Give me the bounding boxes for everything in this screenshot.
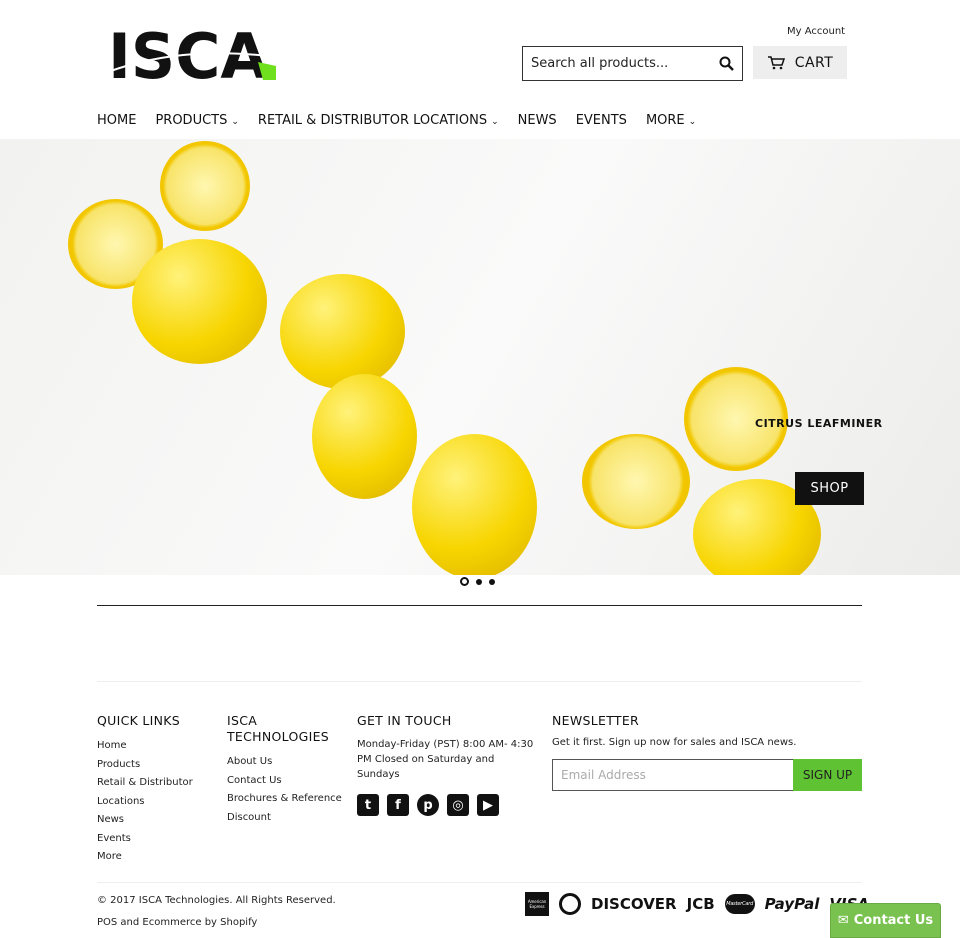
instagram-icon[interactable]: ◎: [447, 794, 469, 816]
nav-label: NEWS: [517, 113, 557, 128]
nav-products[interactable]: PRODUCTS ⌄: [155, 113, 238, 128]
envelope-icon: ✉: [837, 913, 849, 928]
nav-label: RETAIL & DISTRIBUTOR LOCATIONS: [257, 113, 488, 128]
amex-icon: American Express: [525, 892, 549, 916]
footer-link-products[interactable]: Products: [97, 756, 217, 775]
company-links: ISCA TECHNOLOGIES About Us Contact Us Br…: [227, 713, 347, 827]
search-icon[interactable]: [719, 56, 734, 71]
hero-slideshow[interactable]: CITRUS LEAFMINER SHOP: [0, 139, 960, 575]
pinterest-icon[interactable]: p: [417, 794, 439, 816]
business-hours: Monday-Friday (PST) 8:00 AM- 4:30 PM Clo…: [357, 739, 534, 780]
footer-link-about[interactable]: About Us: [227, 753, 347, 772]
twitter-icon[interactable]: t: [357, 794, 379, 816]
quick-links: QUICK LINKS Home Products Retail & Distr…: [97, 713, 217, 867]
discover-icon: DISCOVER: [591, 895, 677, 913]
payment-icons: American Express DISCOVER JCB MasterCard…: [525, 892, 869, 916]
divider: [97, 882, 862, 883]
cart-label: CART: [794, 54, 834, 71]
footer-link-events[interactable]: Events: [97, 830, 217, 849]
slide-dot-3[interactable]: [489, 578, 495, 585]
get-in-touch: GET IN TOUCH Monday-Friday (PST) 8:00 AM…: [357, 713, 539, 816]
chevron-down-icon: ⌄: [688, 117, 697, 127]
email-input[interactable]: Email Address: [552, 759, 794, 791]
company-title: ISCA TECHNOLOGIES: [227, 713, 330, 744]
footer-link-retail[interactable]: Retail & Distributor Locations: [97, 774, 197, 811]
nav-label: HOME: [97, 113, 137, 128]
newsletter-text: Get it first. Sign up now for sales and …: [552, 737, 797, 748]
diners-icon: [559, 893, 581, 915]
footer-link-brochures[interactable]: Brochures & Reference: [227, 790, 347, 809]
cart-icon: [767, 55, 785, 69]
divider: [97, 605, 862, 606]
footer-link-news[interactable]: News: [97, 811, 217, 830]
chevron-down-icon: ⌄: [231, 117, 239, 127]
lemon-image: [280, 274, 405, 389]
nav-retail-locations[interactable]: RETAIL & DISTRIBUTOR LOCATIONS ⌄: [258, 113, 499, 128]
copyright: © 2017 ISCA Technologies. All Rights Res…: [97, 895, 336, 906]
shop-button[interactable]: SHOP: [795, 472, 864, 505]
contact-us-widget[interactable]: ✉ Contact Us: [830, 903, 941, 938]
main-nav: HOME PRODUCTS ⌄ RETAIL & DISTRIBUTOR LOCA…: [97, 113, 696, 128]
slide-dots: [460, 577, 495, 586]
nav-label: EVENTS: [575, 113, 627, 128]
jcb-icon: JCB: [686, 895, 715, 913]
lemon-image: [160, 141, 250, 231]
nav-more[interactable]: MORE ⌄: [646, 113, 696, 128]
isca-logo[interactable]: ISCA: [108, 26, 276, 80]
cart-button[interactable]: CART: [753, 46, 847, 79]
newsletter-title: NEWSLETTER: [552, 713, 640, 728]
quick-links-title: QUICK LINKS: [97, 713, 181, 728]
footer-link-discount[interactable]: Discount: [227, 809, 347, 828]
footer-link-home[interactable]: Home: [97, 737, 217, 756]
search-placeholder: Search all products...: [531, 56, 669, 71]
powered-by-link[interactable]: POS and Ecommerce by Shopify: [97, 917, 257, 928]
search-input[interactable]: Search all products...: [522, 46, 743, 81]
nav-home[interactable]: HOME: [97, 113, 136, 128]
chevron-down-icon: ⌄: [491, 117, 499, 127]
lemon-image: [312, 374, 417, 499]
contact-label: Contact Us: [853, 913, 934, 928]
nav-news[interactable]: NEWS: [518, 113, 557, 128]
mastercard-icon: MasterCard: [724, 894, 755, 914]
hero-caption: CITRUS LEAFMINER: [755, 417, 883, 430]
signup-button[interactable]: SIGN UP: [793, 759, 862, 791]
lemon-image: [582, 434, 690, 529]
footer-link-contact[interactable]: Contact Us: [227, 772, 347, 791]
newsletter: NEWSLETTER Get it first. Sign up now for…: [552, 713, 862, 748]
slide-dot-1[interactable]: [460, 577, 469, 586]
footer-link-more[interactable]: More: [97, 848, 217, 867]
touch-title: GET IN TOUCH: [357, 713, 452, 728]
youtube-icon[interactable]: ▶: [477, 794, 499, 816]
nav-label: MORE: [645, 113, 685, 128]
lemon-image: [412, 434, 537, 575]
my-account-link[interactable]: My Account: [787, 26, 845, 37]
paypal-icon: PayPal: [764, 895, 820, 913]
divider: [97, 681, 862, 682]
nav-events[interactable]: EVENTS: [576, 113, 627, 128]
slide-dot-2[interactable]: [476, 578, 482, 585]
nav-label: PRODUCTS: [155, 113, 228, 128]
lemon-image: [132, 239, 267, 364]
facebook-icon[interactable]: f: [387, 794, 409, 816]
